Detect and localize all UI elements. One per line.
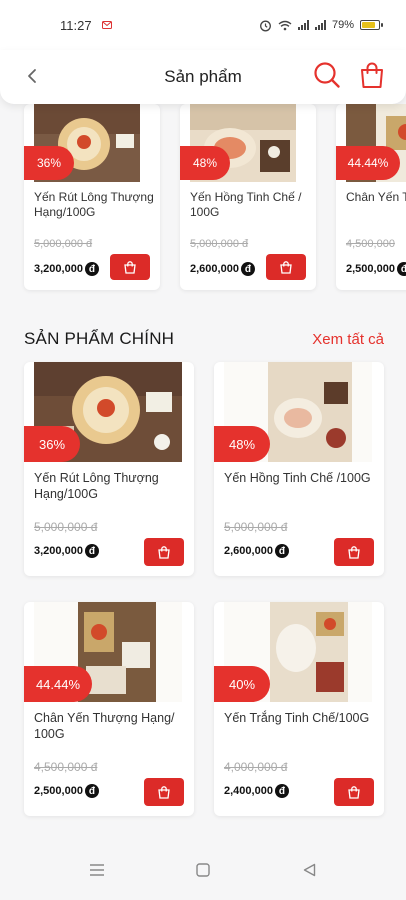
add-to-cart-button[interactable] (334, 778, 374, 806)
see-all-link[interactable]: Xem tất cả (312, 331, 384, 348)
triangle-back-icon (303, 863, 315, 877)
discount-badge: 44.44% (336, 146, 400, 180)
add-to-cart-button[interactable] (144, 778, 184, 806)
price-value: 3,200,000 (34, 545, 83, 557)
battery-icon (360, 20, 383, 30)
currency-icon: đ (240, 262, 255, 276)
page-title: Sản phẩm (164, 67, 242, 86)
product-name[interactable]: Yến Hồng Tinh Chế /100G (224, 470, 380, 486)
old-price: 4,500,000 (346, 238, 395, 250)
shopping-bag-icon (361, 62, 383, 88)
add-to-cart-button[interactable] (144, 538, 184, 566)
alarm-icon (260, 20, 271, 31)
shopping-bag-icon (280, 261, 292, 274)
price-value: 2,500,000 (34, 785, 83, 797)
chevron-left-icon (28, 69, 36, 83)
new-price: 2,600,000 đ (224, 544, 289, 558)
discount-badge: 36% (24, 146, 74, 180)
discount-badge: 44.44% (24, 666, 92, 702)
search-icon (314, 62, 340, 88)
product-name[interactable]: Chân Yến Thượng Hạng/ 100G (34, 710, 190, 742)
currency-icon: đ (84, 784, 99, 798)
product-name[interactable]: Chân Yến Thượng (346, 190, 406, 205)
home-button[interactable] (191, 858, 215, 882)
new-price: 2,500,000 đ (34, 784, 99, 798)
old-price: 5,000,000 đ (34, 238, 93, 250)
discount-badge: 48% (214, 426, 270, 462)
square-icon (196, 863, 210, 877)
new-price: 2,500,000 đ (346, 262, 406, 276)
old-price: 5,000,000 đ (34, 520, 98, 534)
product-name[interactable]: Yến Hồng Tinh Chế / 100G (190, 190, 312, 220)
status-bar: 11:27 79% (0, 0, 406, 50)
add-to-cart-button[interactable] (266, 254, 306, 280)
back-button[interactable] (18, 62, 46, 90)
add-to-cart-button[interactable] (110, 254, 150, 280)
new-price: 3,200,000 đ (34, 262, 99, 276)
product-card[interactable]: 36% Yến Rút Lông Thượng Hạng/100G 5,000,… (24, 362, 194, 576)
product-card[interactable]: 48% Yến Hồng Tinh Chế /100G 5,000,000 đ … (214, 362, 384, 576)
old-price: 4,000,000 đ (224, 760, 288, 774)
shopping-bag-icon (124, 261, 136, 274)
price-value: 2,600,000 (190, 263, 239, 275)
nav-back-button[interactable] (297, 858, 321, 882)
currency-icon: đ (84, 544, 99, 558)
old-price: 5,000,000 đ (190, 238, 249, 250)
battery-percent: 79% (331, 19, 354, 31)
product-carousel[interactable]: 36% Yến Rút Lông Thượng Hạng/100G 5,000,… (24, 104, 406, 290)
new-price: 2,400,000 đ (224, 784, 289, 798)
new-price: 2,600,000 đ (190, 262, 255, 276)
price-value: 3,200,000 (34, 263, 83, 275)
product-card[interactable]: 40% Yến Trắng Tinh Chế/100G 4,000,000 đ … (214, 602, 384, 816)
currency-icon: đ (274, 544, 289, 558)
currency-icon: đ (396, 262, 406, 276)
currency-icon: đ (274, 784, 289, 798)
carousel-card[interactable]: 48% Yến Hồng Tinh Chế / 100G 5,000,000 đ… (180, 104, 316, 290)
signal-icon-2 (314, 20, 326, 30)
product-name[interactable]: Yến Trắng Tinh Chế/100G (224, 710, 380, 726)
new-price: 3,200,000 đ (34, 544, 99, 558)
app-header: Sản phẩm (0, 50, 406, 104)
discount-badge: 36% (24, 426, 80, 462)
recent-apps-button[interactable] (85, 858, 109, 882)
cart-button[interactable] (357, 60, 387, 90)
price-value: 2,600,000 (224, 545, 273, 557)
product-name[interactable]: Yến Rút Lông Thượng Hạng/100G (34, 190, 156, 220)
shopping-bag-icon (158, 546, 170, 559)
product-card[interactable]: 44.44% Chân Yến Thượng Hạng/ 100G 4,500,… (24, 602, 194, 816)
section-title: SẢN PHẨM CHÍNH (24, 329, 175, 348)
old-price: 5,000,000 đ (224, 520, 288, 534)
add-to-cart-button[interactable] (334, 538, 374, 566)
system-nav-bar (0, 840, 406, 900)
notification-icon (101, 21, 112, 29)
section-header: SẢN PHẨM CHÍNH Xem tất cả (24, 326, 384, 352)
product-name[interactable]: Yến Rút Lông Thượng Hạng/100G (34, 470, 190, 502)
menu-icon (90, 864, 104, 876)
discount-badge: 40% (214, 666, 270, 702)
signal-icon (297, 20, 309, 30)
shopping-bag-icon (348, 786, 360, 799)
shopping-bag-icon (158, 786, 170, 799)
content-scroll[interactable]: 36% Yến Rút Lông Thượng Hạng/100G 5,000,… (0, 104, 406, 840)
wifi-icon (278, 20, 292, 30)
price-value: 2,500,000 (346, 263, 395, 275)
shopping-bag-icon (348, 546, 360, 559)
carousel-card[interactable]: 36% Yến Rút Lông Thượng Hạng/100G 5,000,… (24, 104, 160, 290)
search-button[interactable] (312, 60, 342, 90)
carousel-card[interactable]: 44.44% Chân Yến Thượng 4,500,000 2,500,0… (336, 104, 406, 290)
discount-badge: 48% (180, 146, 230, 180)
price-value: 2,400,000 (224, 785, 273, 797)
status-time: 11:27 (60, 17, 92, 33)
currency-icon: đ (84, 262, 99, 276)
old-price: 4,500,000 đ (34, 760, 98, 774)
